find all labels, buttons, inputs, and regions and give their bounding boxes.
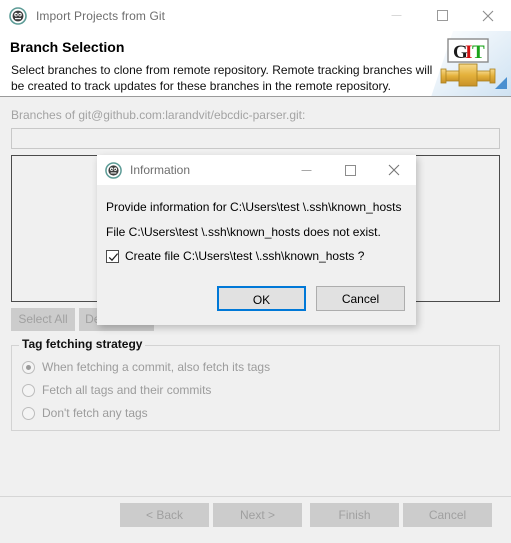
radio-row-fetch-all-tags[interactable]: Fetch all tags and their commits [22, 383, 211, 397]
information-dialog: Information Provide information for C:\U… [97, 155, 416, 325]
back-button[interactable]: < Back [120, 503, 209, 527]
import-projects-from-git-window: Import Projects from Git Branch Selectio… [0, 0, 511, 543]
page-description: Select branches to clone from remote rep… [11, 63, 433, 93]
dialog-title: Information [130, 163, 191, 177]
wizard-header: Branch Selection Select branches to clon… [0, 31, 511, 97]
minimize-icon[interactable] [373, 1, 419, 31]
select-all-button[interactable]: Select All [11, 308, 75, 331]
radio-row-fetch-commit-tags[interactable]: When fetching a commit, also fetch its t… [22, 360, 270, 374]
maximize-icon[interactable] [328, 156, 372, 185]
radio-row-no-tags[interactable]: Don't fetch any tags [22, 406, 148, 420]
radio-label-fetch-commit-tags: When fetching a commit, also fetch its t… [42, 360, 271, 374]
footer-separator [0, 496, 511, 497]
dialog-cancel-button[interactable]: Cancel [316, 286, 405, 311]
page-title: Branch Selection [10, 39, 125, 55]
cancel-button[interactable]: Cancel [403, 503, 492, 527]
radio-label-fetch-all-tags: Fetch all tags and their commits [42, 383, 212, 397]
branches-label: Branches of git@github.com:larandvit/ebc… [11, 108, 306, 122]
tag-fetching-strategy-title: Tag fetching strategy [19, 337, 146, 351]
close-icon[interactable] [372, 156, 416, 185]
svg-text:T: T [472, 42, 485, 63]
radio-label-no-tags: Don't fetch any tags [42, 406, 148, 420]
dialog-footer: OK Cancel [97, 286, 416, 325]
dialog-message-line-2: File C:\Users\test \.ssh\known_hosts doe… [106, 225, 381, 239]
finish-button[interactable]: Finish [310, 503, 399, 527]
radio-button-fetch-commit-tags[interactable] [22, 360, 35, 374]
git-banner-icon: G I T [431, 31, 511, 97]
maximize-icon[interactable] [419, 1, 465, 31]
create-file-checkbox-label: Create file C:\Users\test \.ssh\known_ho… [125, 249, 365, 263]
window-title: Import Projects from Git [36, 8, 166, 23]
radio-button-no-tags[interactable] [22, 406, 35, 420]
radio-button-fetch-all-tags[interactable] [22, 383, 35, 397]
branch-filter-input[interactable] [11, 128, 500, 149]
dialog-titlebar: Information [97, 155, 416, 185]
dialog-ok-button[interactable]: OK [217, 286, 306, 311]
git-repository-icon [105, 161, 122, 179]
close-icon[interactable] [465, 1, 511, 31]
minimize-icon[interactable] [284, 156, 328, 185]
window-titlebar: Import Projects from Git [0, 0, 511, 32]
create-file-checkbox[interactable] [106, 249, 119, 263]
dialog-message-line-1: Provide information for C:\Users\test \.… [106, 200, 402, 214]
dialog-body: Provide information for C:\Users\test \.… [97, 185, 416, 295]
next-button[interactable]: Next > [213, 503, 302, 527]
git-repository-icon [9, 6, 27, 25]
create-file-checkbox-row[interactable]: Create file C:\Users\test \.ssh\known_ho… [106, 249, 364, 263]
